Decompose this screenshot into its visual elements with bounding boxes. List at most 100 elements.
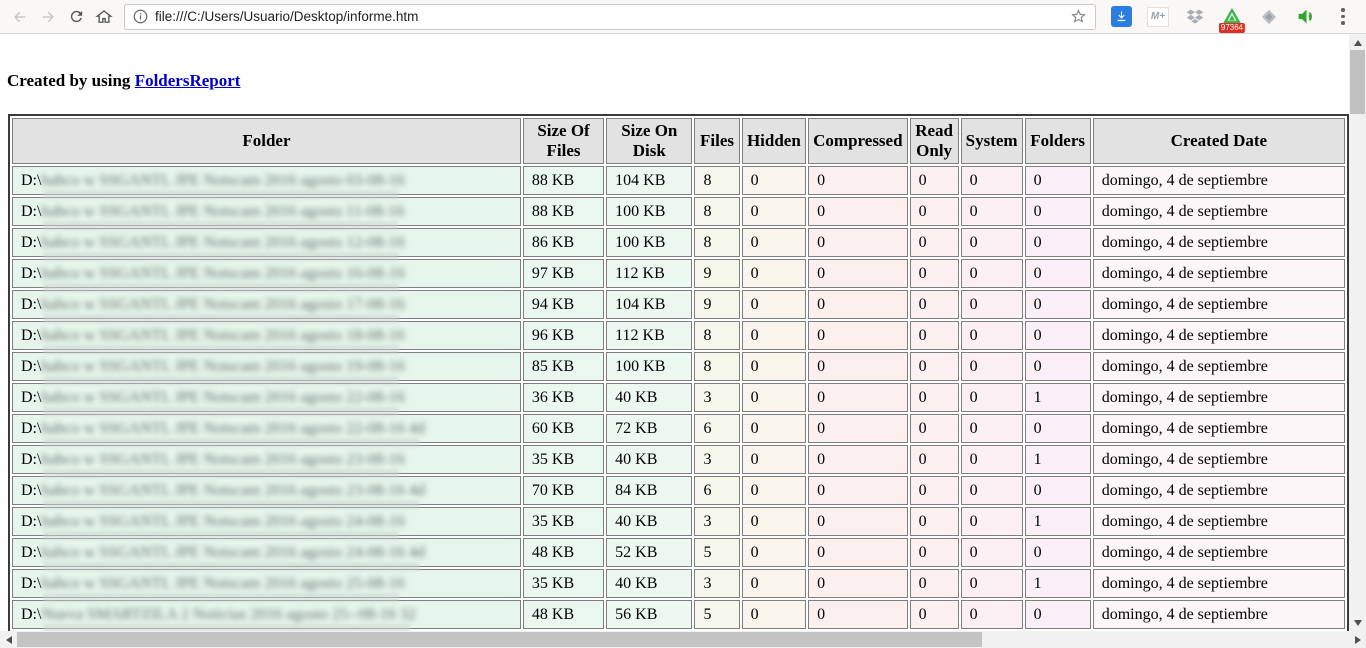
compressed-cell: 0 bbox=[808, 321, 908, 350]
download-manager-extension-icon[interactable] bbox=[1108, 4, 1134, 30]
mplus-extension-icon[interactable]: M+ bbox=[1145, 4, 1171, 30]
system-cell: 0 bbox=[960, 290, 1023, 319]
created-cell: domingo, 4 de septiembre bbox=[1092, 259, 1345, 288]
column-header-system: System bbox=[960, 118, 1023, 164]
table-row: D:\habco w SSGANTL JPE Notscam 2016 agos… bbox=[12, 383, 1345, 416]
redaction-smear bbox=[43, 189, 399, 199]
read-only-cell: 0 bbox=[909, 197, 959, 226]
drive-prefix: D:\ bbox=[21, 512, 42, 530]
hidden-cell: 0 bbox=[741, 383, 807, 412]
column-header-created: Created Date bbox=[1092, 118, 1345, 164]
compressed-cell: 0 bbox=[808, 352, 908, 381]
speaker-extension-icon[interactable] bbox=[1293, 4, 1319, 30]
folder-path-cell: D:\habco w SSGANTL JPE Notscam 2016 agos… bbox=[12, 321, 521, 354]
hidden-cell: 0 bbox=[741, 569, 807, 598]
table-row: D:\habco w SSGANTL JPE Notscam 2016 agos… bbox=[12, 507, 1345, 540]
redacted-folder-path: Nueva SMARTZILA 2 Noticias 2016 agosto 2… bbox=[41, 605, 416, 623]
folders-cell: 1 bbox=[1024, 569, 1091, 598]
vertical-scrollbar[interactable] bbox=[1349, 34, 1366, 631]
compressed-cell: 0 bbox=[808, 507, 908, 536]
drive-prefix: D:\ bbox=[21, 450, 42, 468]
created-cell: domingo, 4 de septiembre bbox=[1092, 228, 1345, 257]
size-of-files-cell: 88 KB bbox=[522, 166, 605, 195]
folders-cell: 1 bbox=[1024, 383, 1091, 412]
horizontal-scrollbar[interactable] bbox=[0, 631, 1366, 648]
scroll-right-arrow[interactable] bbox=[1349, 631, 1366, 648]
redacted-folder-path: habco w SSGANTL JPE Notscam 2016 agosto … bbox=[41, 543, 425, 561]
hidden-cell: 0 bbox=[741, 321, 807, 350]
compressed-cell: 0 bbox=[808, 476, 908, 505]
folders-cell: 1 bbox=[1024, 507, 1091, 536]
browser-window: file:///C:/Users/Usuario/Desktop/informe… bbox=[0, 0, 1366, 648]
scroll-up-arrow[interactable] bbox=[1349, 34, 1366, 51]
size-of-files-cell: 48 KB bbox=[522, 600, 605, 629]
drive-prefix: D:\ bbox=[21, 574, 42, 592]
redacted-folder-path: habco w SSGANTL JPE Notscam 2016 agosto … bbox=[41, 450, 405, 468]
size-on-disk-cell: 112 KB bbox=[606, 259, 693, 288]
files-cell: 5 bbox=[694, 538, 740, 567]
diamond-extension-icon[interactable] bbox=[1256, 4, 1282, 30]
back-button[interactable] bbox=[6, 3, 34, 31]
size-on-disk-cell: 40 KB bbox=[606, 507, 693, 536]
table-row: D:\habco w SSGANTL JPE Notscam 2016 agos… bbox=[12, 538, 1345, 571]
compressed-cell: 0 bbox=[808, 166, 908, 195]
redaction-smear bbox=[43, 406, 399, 416]
read-only-cell: 0 bbox=[909, 321, 959, 350]
compressed-cell: 0 bbox=[808, 259, 908, 288]
home-button[interactable] bbox=[90, 3, 118, 31]
size-on-disk-cell: 56 KB bbox=[606, 600, 693, 629]
redaction-smear bbox=[43, 220, 399, 230]
redaction-smear bbox=[43, 282, 399, 292]
created-cell: domingo, 4 de septiembre bbox=[1092, 166, 1345, 195]
redacted-folder-path: habco w SSGANTL JPE Notscam 2016 agosto … bbox=[41, 171, 405, 189]
page-content: Created by using FoldersReport Folder Siz… bbox=[0, 34, 1349, 631]
forward-button[interactable] bbox=[34, 3, 62, 31]
created-cell: domingo, 4 de septiembre bbox=[1092, 414, 1345, 443]
files-cell: 8 bbox=[694, 352, 740, 381]
redaction-smear bbox=[43, 561, 419, 571]
folder-path-cell: D:\habco w SSGANTL JPE Notscam 2016 agos… bbox=[12, 383, 521, 416]
address-bar[interactable]: file:///C:/Users/Usuario/Desktop/informe… bbox=[124, 3, 1096, 30]
hidden-cell: 0 bbox=[741, 538, 807, 567]
foldersreport-link[interactable]: FoldersReport bbox=[135, 71, 241, 90]
vertical-scrollbar-thumb[interactable] bbox=[1350, 50, 1365, 114]
url-text[interactable]: file:///C:/Users/Usuario/Desktop/informe… bbox=[155, 9, 1070, 24]
created-cell: domingo, 4 de septiembre bbox=[1092, 383, 1345, 412]
horizontal-scrollbar-thumb[interactable] bbox=[17, 632, 982, 647]
column-header-hidden: Hidden bbox=[741, 118, 807, 164]
hidden-cell: 0 bbox=[741, 507, 807, 536]
drive-prefix: D:\ bbox=[21, 233, 42, 251]
scroll-left-arrow[interactable] bbox=[0, 631, 17, 648]
browser-menu-button[interactable] bbox=[1330, 4, 1356, 30]
redacted-folder-path: habco w SSGANTL JPE Notscam 2016 agosto … bbox=[41, 233, 405, 251]
table-row: D:\habco w SSGANTL JPE Notscam 2016 agos… bbox=[12, 569, 1345, 602]
read-only-cell: 0 bbox=[909, 414, 959, 443]
column-header-read_only: Read Only bbox=[909, 118, 959, 164]
folder-path-cell: D:\Nueva SMARTZILA 2 Noticias 2016 agost… bbox=[12, 600, 521, 631]
files-cell: 9 bbox=[694, 290, 740, 319]
triangle-extension-icon[interactable]: 97364 bbox=[1218, 4, 1246, 33]
page-info-icon[interactable] bbox=[133, 9, 148, 24]
size-on-disk-cell: 84 KB bbox=[606, 476, 693, 505]
dropbox-extension-icon[interactable] bbox=[1182, 4, 1208, 30]
hidden-cell: 0 bbox=[741, 414, 807, 443]
hidden-cell: 0 bbox=[741, 445, 807, 474]
table-row: D:\Nueva SMARTZILA 2 Noticias 2016 agost… bbox=[12, 600, 1345, 631]
system-cell: 0 bbox=[960, 259, 1023, 288]
compressed-cell: 0 bbox=[808, 228, 908, 257]
bookmark-star-icon[interactable] bbox=[1070, 8, 1087, 25]
hidden-cell: 0 bbox=[741, 166, 807, 195]
size-on-disk-cell: 100 KB bbox=[606, 352, 693, 381]
size-of-files-cell: 70 KB bbox=[522, 476, 605, 505]
folders-cell: 0 bbox=[1024, 476, 1091, 505]
size-of-files-cell: 36 KB bbox=[522, 383, 605, 412]
folder-path-cell: D:\habco w SSGANTL JPE Notscam 2016 agos… bbox=[12, 445, 521, 478]
hidden-cell: 0 bbox=[741, 259, 807, 288]
redacted-folder-path: habco w SSGANTL JPE Notscam 2016 agosto … bbox=[41, 202, 405, 220]
scroll-down-arrow[interactable] bbox=[1349, 614, 1366, 631]
read-only-cell: 0 bbox=[909, 476, 959, 505]
reload-button[interactable] bbox=[62, 3, 90, 31]
drive-prefix: D:\ bbox=[21, 543, 42, 561]
browser-toolbar: file:///C:/Users/Usuario/Desktop/informe… bbox=[0, 0, 1366, 34]
hidden-cell: 0 bbox=[741, 228, 807, 257]
